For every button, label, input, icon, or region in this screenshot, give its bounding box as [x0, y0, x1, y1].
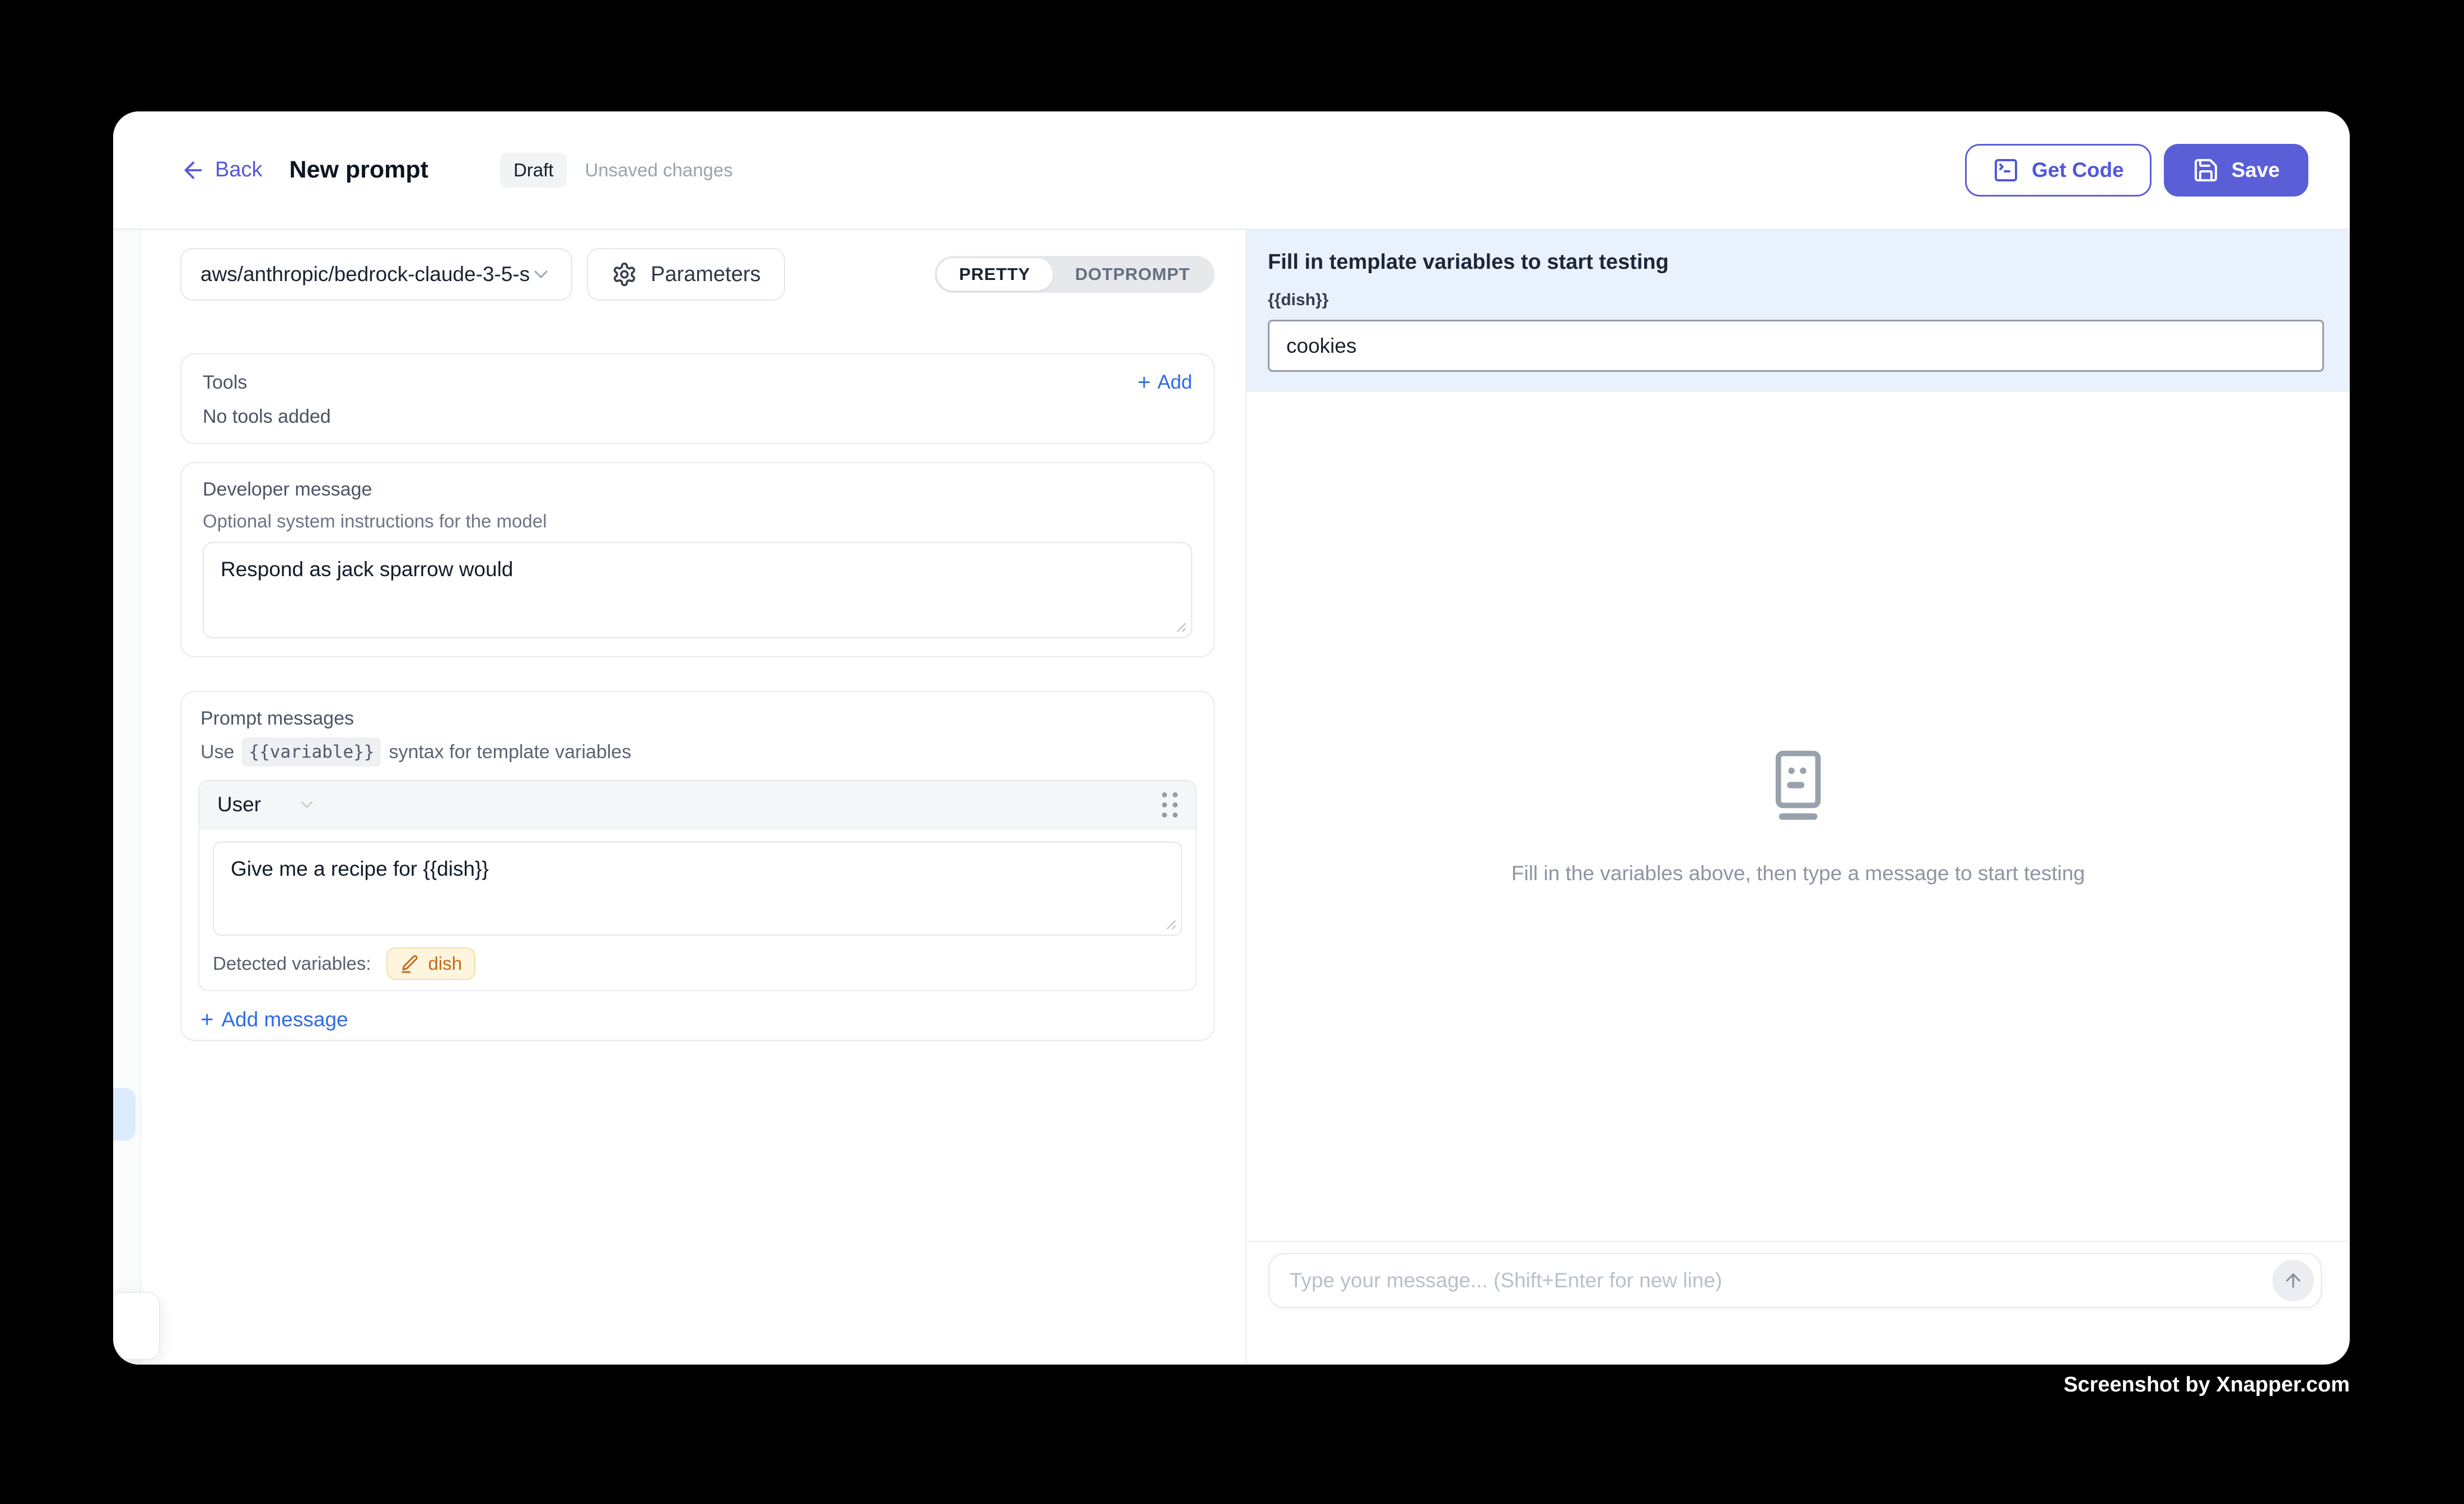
chat-message-input[interactable] — [1268, 1253, 2322, 1308]
get-code-button[interactable]: Get Code — [1965, 144, 2151, 197]
rail-highlight — [113, 1088, 136, 1141]
corner-popover — [113, 1292, 160, 1360]
robot-face-icon — [1768, 748, 1828, 826]
get-code-label: Get Code — [2032, 158, 2124, 182]
detected-variables-label: Detected variables: — [213, 953, 371, 974]
chat-input-bar — [1247, 1241, 2350, 1365]
model-toolbar: aws/anthropic/bedrock-claude-3-5-s... Pa… — [180, 248, 1215, 301]
developer-message-subtitle: Optional system instructions for the mod… — [203, 511, 1192, 532]
syntax-hint: Use {{variable}} syntax for template var… — [200, 737, 1197, 767]
status-badge: Draft — [500, 153, 567, 188]
tools-title: Tools — [203, 372, 247, 394]
plus-icon: + — [1137, 371, 1150, 394]
model-selector-value: aws/anthropic/bedrock-claude-3-5-s... — [200, 263, 530, 286]
tools-empty-text: No tools added — [203, 406, 1192, 428]
gear-icon — [612, 261, 637, 287]
toggle-dotprompt[interactable]: DOTPROMPT — [1053, 258, 1212, 291]
variable-name-label: {{dish}} — [1268, 291, 2324, 310]
save-button[interactable]: Save — [2164, 144, 2308, 197]
save-icon — [2192, 157, 2219, 184]
left-rail — [113, 230, 141, 1365]
message-block: User Give me a recipe for {{dish}} — [198, 780, 1197, 991]
variable-badge-dish[interactable]: dish — [386, 947, 475, 980]
view-mode-toggle: PRETTY DOTPROMPT — [935, 256, 1215, 293]
save-label: Save — [2232, 158, 2280, 182]
send-button[interactable] — [2272, 1260, 2314, 1301]
developer-message-section: Developer message Optional system instru… — [180, 462, 1215, 657]
add-tool-button[interactable]: + Add — [1137, 371, 1192, 394]
chat-empty-state: Fill in the variables above, then type a… — [1247, 392, 2350, 1241]
developer-message-title: Developer message — [203, 479, 1192, 501]
header-bar: Back New prompt Draft Unsaved changes Ge… — [113, 111, 2350, 230]
empty-state-text: Fill in the variables above, then type a… — [1511, 862, 2085, 885]
variable-badge-label: dish — [428, 953, 462, 974]
prompt-messages-title: Prompt messages — [200, 708, 1197, 730]
resize-handle[interactable] — [1160, 913, 1177, 930]
message-header: User — [199, 781, 1196, 829]
app-window: Back New prompt Draft Unsaved changes Ge… — [113, 111, 2350, 1365]
drag-handle-icon[interactable] — [1162, 792, 1178, 818]
tools-section: Tools + Add No tools added — [180, 353, 1215, 444]
chevron-down-icon — [297, 795, 317, 815]
plus-icon: + — [200, 1008, 213, 1031]
watermark-text: Screenshot by Xnapper.com — [2064, 1373, 2350, 1397]
variable-value-input[interactable] — [1268, 320, 2324, 372]
test-panel: Fill in template variables to start test… — [1245, 230, 2350, 1365]
add-tool-label: Add — [1158, 371, 1192, 394]
role-selector[interactable]: User — [217, 793, 317, 816]
add-message-label: Add message — [221, 1008, 348, 1031]
unsaved-changes-text: Unsaved changes — [585, 160, 732, 181]
resize-handle[interactable] — [1170, 616, 1187, 633]
arrow-up-icon — [2283, 1270, 2304, 1291]
add-message-button[interactable]: + Add message — [200, 1008, 1197, 1031]
syntax-hint-prefix: Use — [200, 741, 234, 763]
back-button[interactable]: Back — [180, 157, 262, 183]
back-arrow-icon — [180, 157, 206, 183]
prompt-config-panel: aws/anthropic/bedrock-claude-3-5-s... Pa… — [141, 230, 1245, 1365]
message-content-textarea[interactable]: Give me a recipe for {{dish}} — [214, 843, 1181, 935]
parameters-button[interactable]: Parameters — [587, 248, 785, 301]
pencil-icon — [400, 954, 420, 974]
parameters-label: Parameters — [651, 263, 760, 287]
syntax-hint-suffix: syntax for template variables — [389, 741, 631, 763]
prompt-messages-section: Prompt messages Use {{variable}} syntax … — [180, 691, 1215, 1041]
detected-variables-row: Detected variables: dish — [213, 947, 1182, 980]
terminal-icon — [1992, 157, 2019, 184]
role-value: User — [217, 793, 261, 816]
developer-message-textarea[interactable]: Respond as jack sparrow would — [204, 543, 1191, 637]
main-body: aws/anthropic/bedrock-claude-3-5-s... Pa… — [113, 230, 2350, 1365]
variables-title: Fill in template variables to start test… — [1268, 249, 2324, 275]
page-title: New prompt — [289, 156, 428, 184]
back-label: Back — [215, 158, 262, 182]
template-variables-section: Fill in template variables to start test… — [1247, 230, 2350, 392]
model-selector[interactable]: aws/anthropic/bedrock-claude-3-5-s... — [180, 248, 572, 301]
toggle-pretty[interactable]: PRETTY — [937, 258, 1053, 291]
chevron-down-icon — [530, 263, 552, 286]
variable-syntax-chip: {{variable}} — [242, 737, 381, 767]
